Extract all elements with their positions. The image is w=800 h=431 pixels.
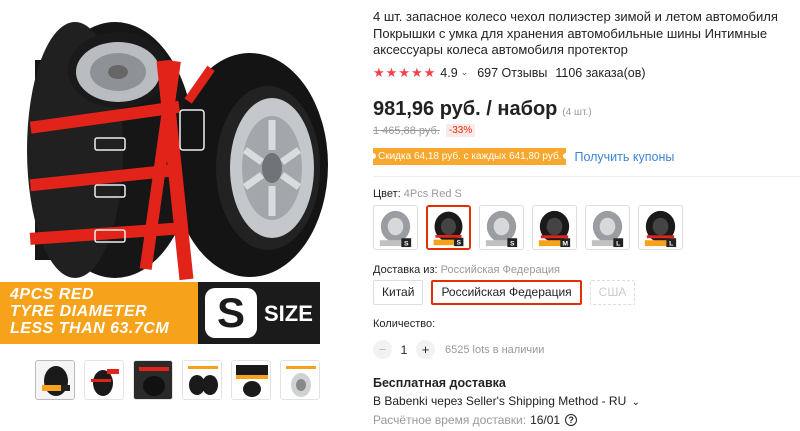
- ship-from-option-usa[interactable]: США: [589, 280, 636, 305]
- promo-line: TYRE DIAMETER: [10, 303, 148, 320]
- quantity-value[interactable]: 1: [392, 343, 416, 357]
- eta-label: Расчётное время доставки:: [373, 413, 527, 427]
- get-coupons-link[interactable]: Получить купоны: [574, 150, 674, 164]
- product-info: 4 шт. запасное колесо чехол полиэстер зи…: [373, 9, 800, 82]
- size-word: SIZE: [264, 301, 313, 326]
- orders-count: 1106 заказа(ов): [555, 65, 646, 80]
- current-price: 981,96 руб. / набор: [373, 98, 558, 120]
- color-swatch-red-l[interactable]: L: [638, 205, 683, 250]
- thumbnail[interactable]: [35, 360, 75, 400]
- discount-badge: -33%: [445, 124, 476, 137]
- thumbnail[interactable]: [280, 360, 320, 400]
- price-row: 981,96 руб. / набор (4 шт.): [373, 98, 592, 121]
- help-icon[interactable]: ?: [565, 414, 578, 426]
- chevron-down-icon[interactable]: ⌄: [461, 67, 469, 78]
- color-label: Цвет: 4Pcs Red S: [373, 188, 462, 200]
- free-shipping-heading: Бесплатная доставка: [373, 376, 506, 390]
- svg-text:L: L: [616, 241, 620, 248]
- svg-text:L: L: [669, 241, 673, 248]
- thumbnail[interactable]: [231, 360, 271, 400]
- promo-banner: 4PCS RED TYRE DIAMETER LESS THAN 63.7CM …: [0, 282, 320, 344]
- promo-text: 4PCS RED TYRE DIAMETER LESS THAN 63.7CM: [10, 286, 169, 337]
- ship-from-options: Китай Российская Федерация США: [373, 280, 636, 305]
- product-title: 4 шт. запасное колесо чехол полиэстер зи…: [373, 9, 778, 57]
- color-label-text: Цвет:: [373, 188, 401, 200]
- star-rating[interactable]: ★ ★ ★ ★ ★: [373, 64, 436, 80]
- size-letter-badge: S: [205, 288, 257, 338]
- delivery-eta: Расчётное время доставки: 16/01 ?: [373, 413, 578, 427]
- old-price: 1 465,88 руб.: [373, 124, 440, 137]
- divider: [373, 176, 800, 177]
- shipping-method[interactable]: В Babenki через Seller's Shipping Method…: [373, 394, 640, 408]
- star-icon: ★: [398, 64, 410, 80]
- shipping-method-text[interactable]: В Babenki через Seller's Shipping Method…: [373, 394, 626, 408]
- reviews-link[interactable]: 697 Отзывы: [477, 66, 547, 80]
- svg-text:S: S: [457, 240, 462, 247]
- color-swatch-gray-s[interactable]: S: [373, 205, 418, 250]
- quantity-stepper: − 1 + 6525 lots в наличии: [373, 340, 544, 359]
- thumbnail[interactable]: [182, 360, 222, 400]
- svg-text:S: S: [404, 241, 409, 248]
- quantity-minus-button[interactable]: −: [373, 340, 392, 359]
- star-icon: ★: [385, 64, 398, 80]
- promo-line: 4PCS RED: [10, 286, 95, 303]
- per-unit-note: (4 шт.): [562, 107, 592, 118]
- color-swatches: SSSMLL: [373, 205, 683, 250]
- star-icon: ★: [410, 64, 423, 80]
- rating-value[interactable]: 4.9: [440, 66, 457, 80]
- quantity-label: Количество:: [373, 318, 436, 330]
- color-swatch-gray-m[interactable]: S: [479, 205, 524, 250]
- rating-row: ★ ★ ★ ★ ★ 4.9 ⌄ 697 Отзывы 1106 заказа(о…: [373, 64, 800, 82]
- ship-from-option-russia[interactable]: Российская Федерация: [431, 280, 582, 305]
- quantity-plus-button[interactable]: +: [416, 340, 435, 359]
- color-value: 4Pcs Red S: [403, 188, 462, 200]
- stock-count: 6525 lots в наличии: [445, 343, 545, 356]
- color-swatch-red-s[interactable]: S: [426, 205, 471, 250]
- thumbnail-strip: [35, 360, 320, 400]
- color-swatch-red-m[interactable]: M: [532, 205, 577, 250]
- ship-from-value: Российская Федерация: [440, 264, 560, 276]
- chevron-down-icon[interactable]: ⌄: [632, 397, 640, 408]
- star-icon: ★: [423, 64, 436, 80]
- thumbnail[interactable]: [84, 360, 124, 400]
- ship-from-label-text: Доставка из:: [373, 264, 438, 276]
- eta-date: 16/01: [530, 413, 561, 427]
- svg-text:M: M: [562, 241, 568, 248]
- thumbnail[interactable]: [133, 360, 173, 400]
- svg-text:S: S: [510, 241, 515, 248]
- star-icon: ★: [373, 64, 385, 80]
- ship-from-option-china[interactable]: Китай: [373, 280, 424, 305]
- promo-line: LESS THAN 63.7CM: [10, 320, 170, 337]
- color-swatch-gray-l[interactable]: L: [585, 205, 630, 250]
- ship-from-label: Доставка из: Российская Федерация: [373, 264, 560, 276]
- old-price-row: 1 465,88 руб. -33%: [373, 124, 476, 137]
- coupon-row: Скидка 64,18 руб. с каждых 641,80 руб. П…: [369, 148, 674, 165]
- coupon-badge: Скидка 64,18 руб. с каждых 641,80 руб.: [369, 148, 570, 165]
- main-product-image[interactable]: 4PCS RED TYRE DIAMETER LESS THAN 63.7CM …: [0, 0, 340, 350]
